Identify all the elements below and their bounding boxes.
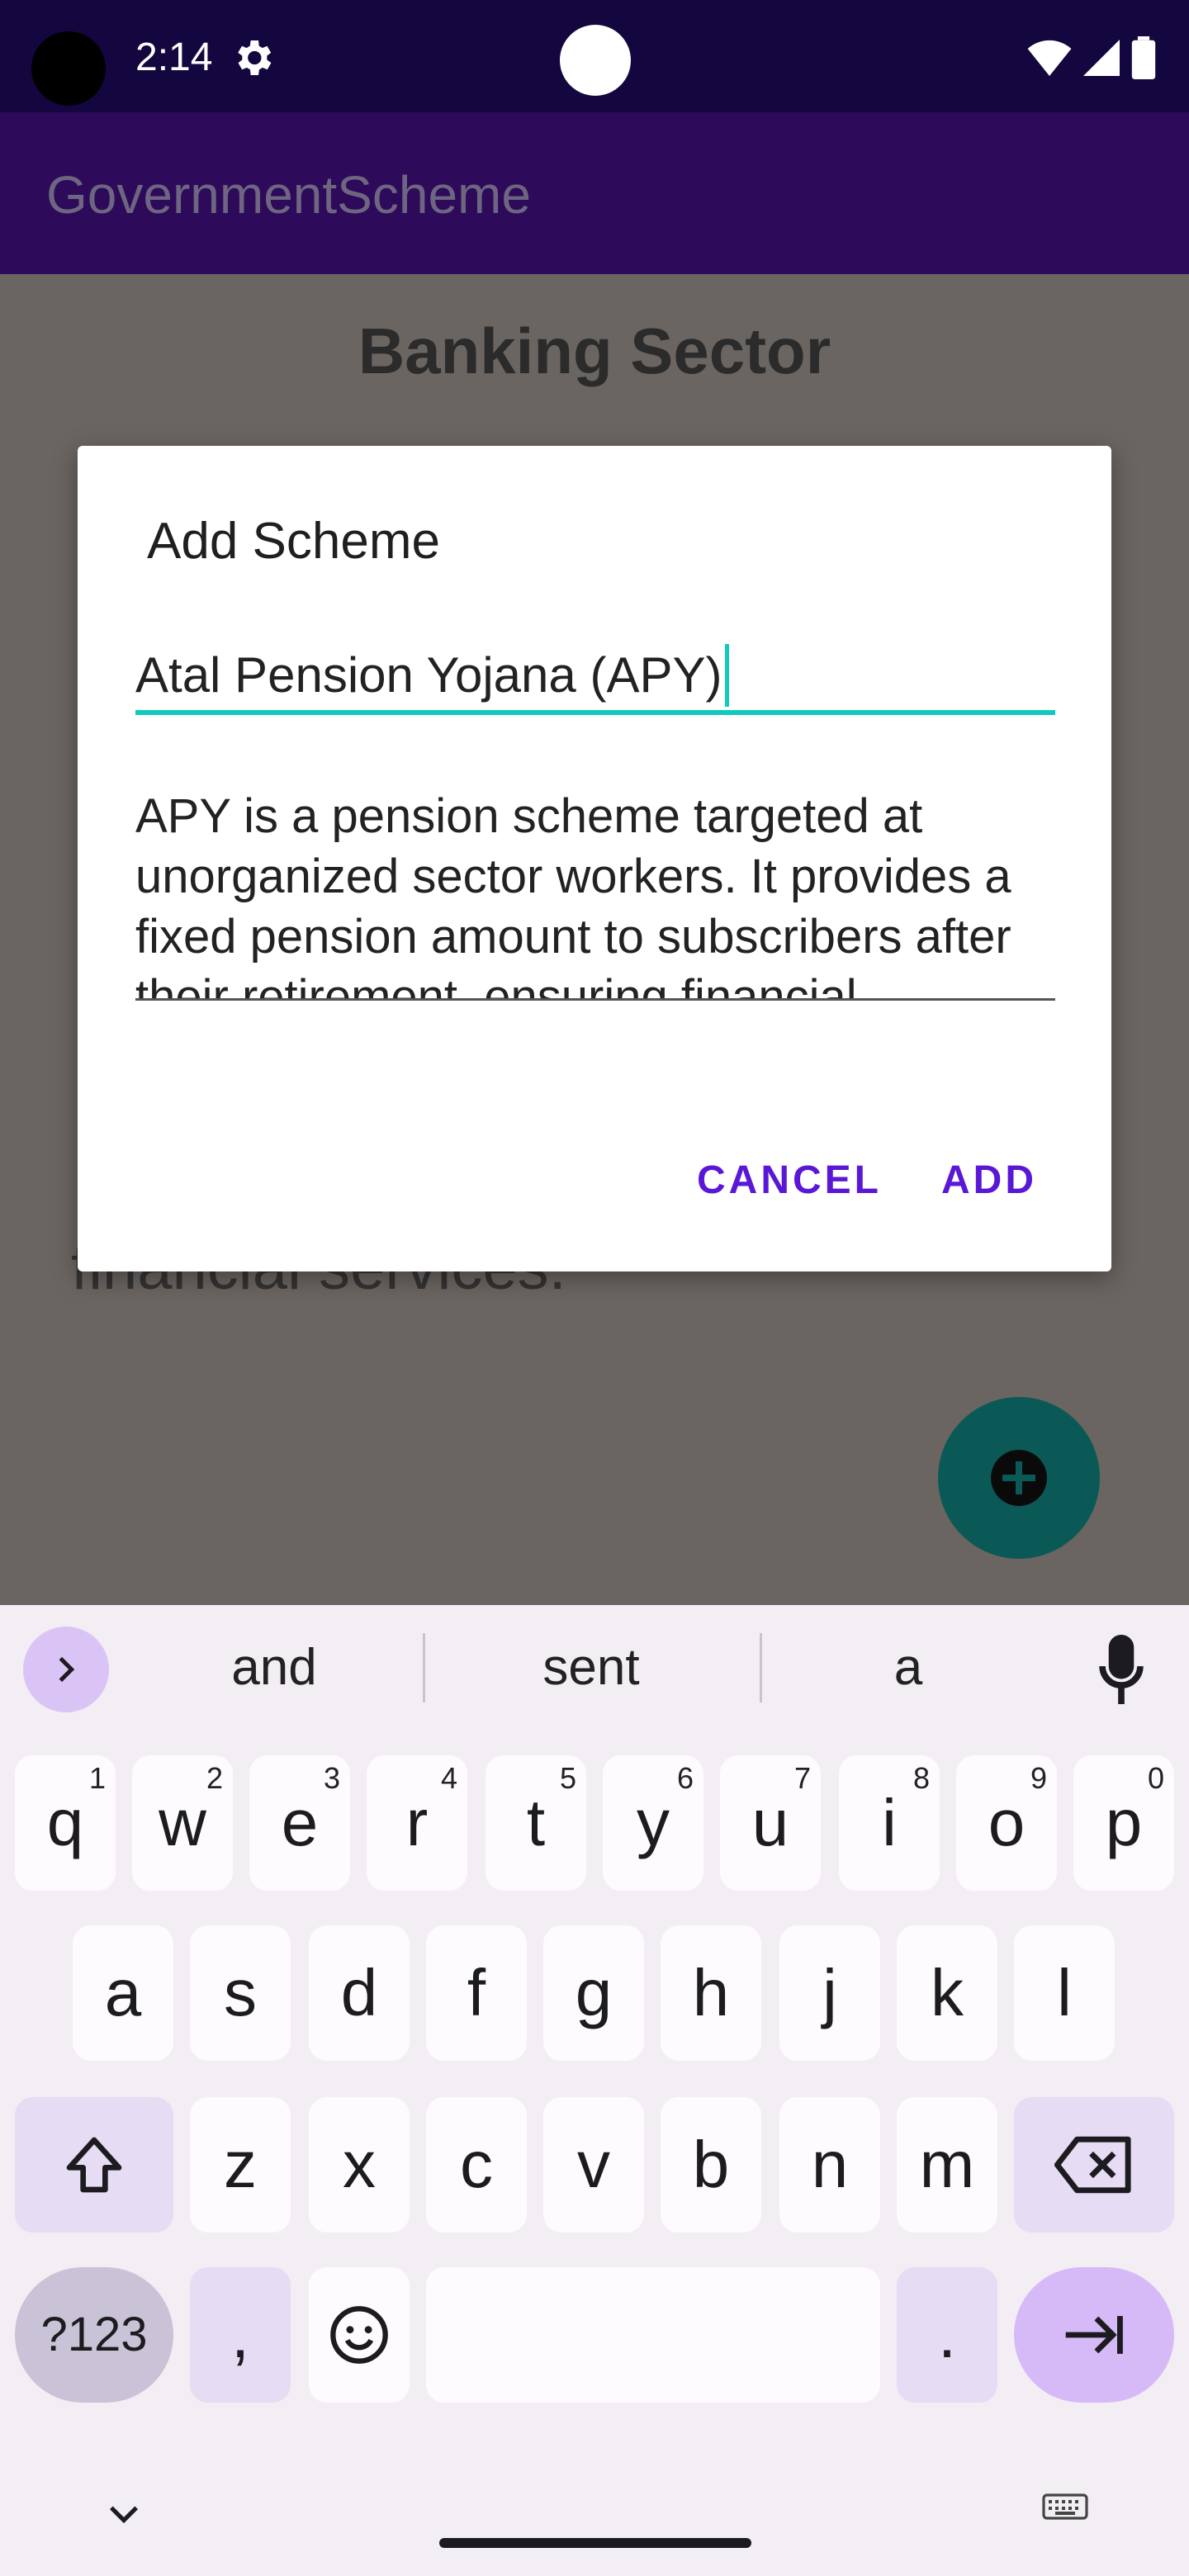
key-n[interactable]: n (779, 2097, 880, 2233)
backspace-key[interactable] (1014, 2097, 1174, 2233)
enter-key[interactable] (1014, 2267, 1174, 2403)
symbols-key[interactable]: ?123 (15, 2267, 173, 2403)
suggestion-2[interactable]: sent (492, 1638, 690, 1698)
add-scheme-dialog: Add Scheme Atal Pension Yojana (APY) APY… (78, 446, 1111, 1271)
scheme-name-value: Atal Pension Yojana (APY) (135, 647, 722, 703)
chevron-right-icon (59, 1656, 75, 1683)
home-indicator[interactable] (439, 2538, 751, 2548)
text-cursor (725, 644, 730, 707)
comma-key[interactable]: , (190, 2267, 291, 2403)
suggestion-3[interactable]: a (809, 1638, 1007, 1698)
emoji-icon (330, 2306, 388, 2364)
backspace-icon (1054, 2136, 1131, 2194)
key-a[interactable]: a (73, 1925, 173, 2061)
key-u[interactable]: u7 (720, 1755, 821, 1891)
key-j[interactable]: j (779, 1925, 880, 2061)
add-button[interactable]: ADD (941, 1156, 1037, 1205)
hide-keyboard-chevron-icon[interactable] (102, 2493, 145, 2536)
key-v[interactable]: v (543, 2097, 644, 2233)
key-p[interactable]: p0 (1073, 1755, 1174, 1891)
key-h[interactable]: h (661, 1925, 761, 2061)
key-m[interactable]: m (897, 2097, 997, 2233)
key-l[interactable]: l (1014, 1925, 1115, 2061)
section-title: Banking Sector (358, 315, 831, 387)
suggestion-divider (423, 1633, 425, 1702)
key-e[interactable]: e3 (249, 1755, 350, 1891)
suggestions-expand-button[interactable] (23, 1627, 109, 1712)
key-b[interactable]: b (661, 2097, 761, 2233)
key-x[interactable]: x (309, 2097, 410, 2233)
emoji-key[interactable] (309, 2267, 410, 2403)
microphone-icon[interactable] (1098, 1635, 1144, 1704)
key-k[interactable]: k (897, 1925, 997, 2061)
shift-icon (66, 2137, 122, 2193)
period-key[interactable]: . (897, 2267, 997, 2403)
key-i[interactable]: i8 (839, 1755, 940, 1891)
key-r[interactable]: r4 (367, 1755, 467, 1891)
tab-arrow-icon (1065, 2316, 1123, 2354)
status-bar: 2:14 (0, 0, 1189, 112)
scheme-description-input[interactable]: APY is a pension scheme targeted at unor… (135, 786, 1055, 1001)
dialog-title: Add Scheme (147, 513, 440, 570)
scheme-name-input[interactable]: Atal Pension Yojana (APY) (135, 642, 1055, 715)
suggestion-divider (760, 1633, 762, 1702)
status-time: 2:14 (135, 36, 213, 79)
front-camera (560, 25, 631, 96)
soft-keyboard: and sent a q1 w2 e3 r4 t5 y6 u7 i8 o9 p0… (0, 1605, 1189, 2576)
settings-gear-icon (238, 40, 272, 75)
add-scheme-fab[interactable] (938, 1397, 1100, 1559)
keyboard-switcher-icon[interactable] (1042, 2493, 1088, 2526)
key-q[interactable]: q1 (15, 1755, 116, 1891)
key-y[interactable]: y6 (603, 1755, 703, 1891)
cellular-signal-icon (1083, 40, 1120, 76)
wifi-icon (1027, 40, 1072, 76)
key-d[interactable]: d (309, 1925, 410, 2061)
key-w[interactable]: w2 (132, 1755, 233, 1891)
key-f[interactable]: f (426, 1925, 527, 2061)
shift-key[interactable] (15, 2097, 173, 2233)
key-t[interactable]: t5 (486, 1755, 586, 1891)
key-o[interactable]: o9 (956, 1755, 1057, 1891)
scheme-description-value: APY is a pension scheme targeted at unor… (135, 789, 1011, 1001)
suggestion-1[interactable]: and (175, 1638, 373, 1698)
key-c[interactable]: c (426, 2097, 527, 2233)
battery-icon (1131, 36, 1156, 79)
plus-icon (991, 1450, 1047, 1506)
key-s[interactable]: s (190, 1925, 291, 2061)
system-icons (1027, 35, 1156, 81)
cancel-button[interactable]: CANCEL (697, 1156, 882, 1205)
key-g[interactable]: g (543, 1925, 644, 2061)
app-title: GovernmentScheme (46, 165, 531, 225)
key-z[interactable]: z (190, 2097, 291, 2233)
camera-cutout (31, 31, 106, 106)
space-key[interactable] (426, 2267, 880, 2403)
